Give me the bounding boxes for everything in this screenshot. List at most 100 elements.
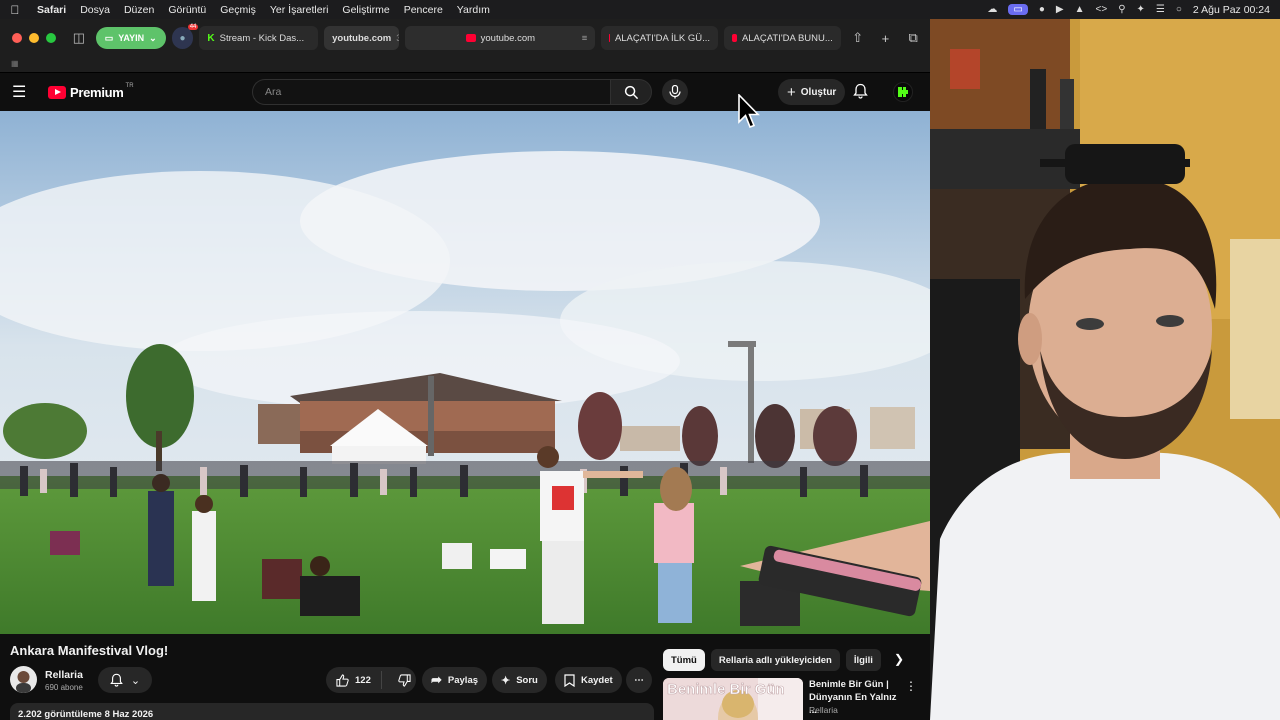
kick-logo-icon [898,87,908,97]
subscription-bell-button[interactable]: ⌄ [98,667,152,693]
zoom-window-button[interactable] [46,33,56,43]
search-button[interactable] [610,79,652,105]
sparkle-icon[interactable]: ✦ [1137,4,1145,15]
kick-favicon-icon: K [207,32,215,44]
notifications-bell-icon[interactable] [853,83,868,104]
spotlight-search-icon[interactable]: ⚲ [1118,4,1125,15]
controller-icon[interactable]: ▲ [1075,4,1085,15]
tab-alacati-second[interactable]: ALAÇATI'DA BUNU... [724,26,841,50]
youtube-premium-logo[interactable]: Premium TR [48,83,134,100]
like-button[interactable]: 122 [326,671,382,689]
tab-alacati-first[interactable]: ALAÇATI'DA İLK GÜ... [601,26,719,50]
tab-label: ALAÇATI'DA BUNU... [741,32,833,44]
chip-from-uploader[interactable]: Rellaria adlı yükleyiciden [710,649,840,671]
thumbnail-overlay-text: Benimle Bir Gün [667,681,785,698]
extension-button[interactable]: ● 44 [171,24,199,49]
webcam-streamer-feed [930,19,1280,720]
save-label: Kaydet [581,674,613,686]
code-icon[interactable]: <> [1096,4,1108,15]
tab-kick-dashboard[interactable]: K Stream - Kick Das... [199,26,319,50]
menu-item-file[interactable]: Dosya [73,4,117,16]
cloud-sync-icon[interactable]: ☁ [987,4,997,15]
account-avatar[interactable] [893,82,913,102]
reader-list-icon[interactable]: ≡ [582,33,588,44]
channel-name[interactable]: Rellaria [45,669,83,681]
new-tab-icon[interactable]: + [875,27,897,49]
more-horizontal-icon: ⋯ [634,674,644,686]
favorites-bar: ▦ [0,57,930,73]
video-title: Ankara Manifestival Vlog! [10,643,169,658]
chevron-down-icon: ⌄ [130,674,141,687]
video-player[interactable] [0,111,930,634]
minimize-window-button[interactable] [29,33,39,43]
tab-label: Stream - Kick Das... [219,32,305,44]
share-arrow-icon: ➦ [431,672,442,687]
bookmark-icon [564,673,575,687]
youtube-play-icon [48,85,66,99]
search-input[interactable]: Ara [252,79,610,105]
logo-region: TR [125,83,134,89]
menubar-clock[interactable]: 2 Ağu Paz 00:24 [1193,4,1270,16]
like-dislike-group: 122 [326,667,416,693]
like-count: 122 [355,674,371,686]
chevron-right-icon[interactable]: ❯ [894,652,904,666]
more-actions-button[interactable]: ⋯ [626,667,652,693]
close-window-button[interactable] [12,33,22,43]
menu-item-window[interactable]: Pencere [397,4,450,16]
yayin-extension-button[interactable]: ▭ YAYIN ⌄ [95,27,166,49]
mic-status-icon[interactable]: ● [1039,4,1045,15]
window-controls [6,33,62,43]
menu-app-name[interactable]: Safari [30,4,73,16]
control-center-icon[interactable]: ☰ [1156,4,1165,15]
tab-label: ALAÇATI'DA İLK GÜ... [614,32,711,44]
recommendation-thumbnail[interactable]: Benimle Bir Gün [663,678,803,720]
share-icon[interactable]: ⇧ [847,27,869,49]
menu-item-bookmarks[interactable]: Yer İşaretleri [263,4,336,16]
menu-hamburger-icon[interactable]: ☰ [12,82,36,102]
save-button[interactable]: Kaydet [555,667,622,693]
tab-label: youtube.com [480,32,536,44]
tab-youtube-current[interactable]: youtube.com ≡ [405,26,596,50]
menu-item-view[interactable]: Görüntü [161,4,213,16]
tab-youtube-group[interactable]: youtube.com 3 [324,26,400,50]
ask-label: Soru [516,674,538,686]
screen-icon: ▭ [104,32,114,43]
apple-menu-icon[interactable]:  [0,3,30,17]
recommendation-channel[interactable]: Rellaria [809,705,838,715]
chip-related[interactable]: İlgili [845,649,881,671]
focus-icon[interactable]: ○ [1176,4,1182,15]
menu-item-history[interactable]: Geçmiş [213,4,263,16]
media-play-icon[interactable]: ▶ [1056,4,1064,15]
description-box[interactable]: 2.202 görüntüleme 8 Haz 2026 [10,703,654,720]
related-filter-chips: Tümü Rellaria adlı yükleyiciden İlgili [663,649,881,671]
menu-item-help[interactable]: Yardım [450,4,497,16]
chip-all[interactable]: Tümü [663,649,705,671]
sidebar-toggle-icon[interactable]: ◫ [68,27,90,49]
thumbs-up-icon [336,673,349,687]
screen-share-icon[interactable]: ▭ [1008,4,1028,15]
subscriber-count: 690 abone [45,683,83,692]
menu-item-develop[interactable]: Geliştirme [335,4,396,16]
share-button[interactable]: ➦ Paylaş [422,667,488,693]
channel-avatar[interactable] [10,666,37,693]
menu-item-edit[interactable]: Düzen [117,4,161,16]
favorites-grid-icon[interactable]: ▦ [11,59,19,68]
logo-text: Premium [70,84,124,100]
tab-count: 3 [396,32,400,44]
thumbs-down-icon [398,673,411,687]
create-button[interactable]: + Oluştur [778,79,846,105]
ask-button[interactable]: ✦ Soru [492,667,547,693]
dislike-button[interactable] [388,673,421,687]
bell-icon [110,673,123,687]
youtube-favicon-icon [732,34,737,42]
safari-window: ◫ ▭ YAYIN ⌄ ● 44 K Stream - Kick Das... … [0,19,930,720]
chevron-down-icon: ⌄ [149,32,157,43]
tab-overview-icon[interactable]: ⧉ [902,27,924,49]
sparkle-icon: ✦ [501,674,511,687]
video-frame-festival-park [0,111,930,634]
create-label: Oluştur [800,86,837,98]
share-label: Paylaş [447,674,479,686]
more-vertical-icon[interactable]: ⋮ [905,679,917,693]
search-icon [624,85,638,99]
voice-search-button[interactable] [662,79,688,105]
